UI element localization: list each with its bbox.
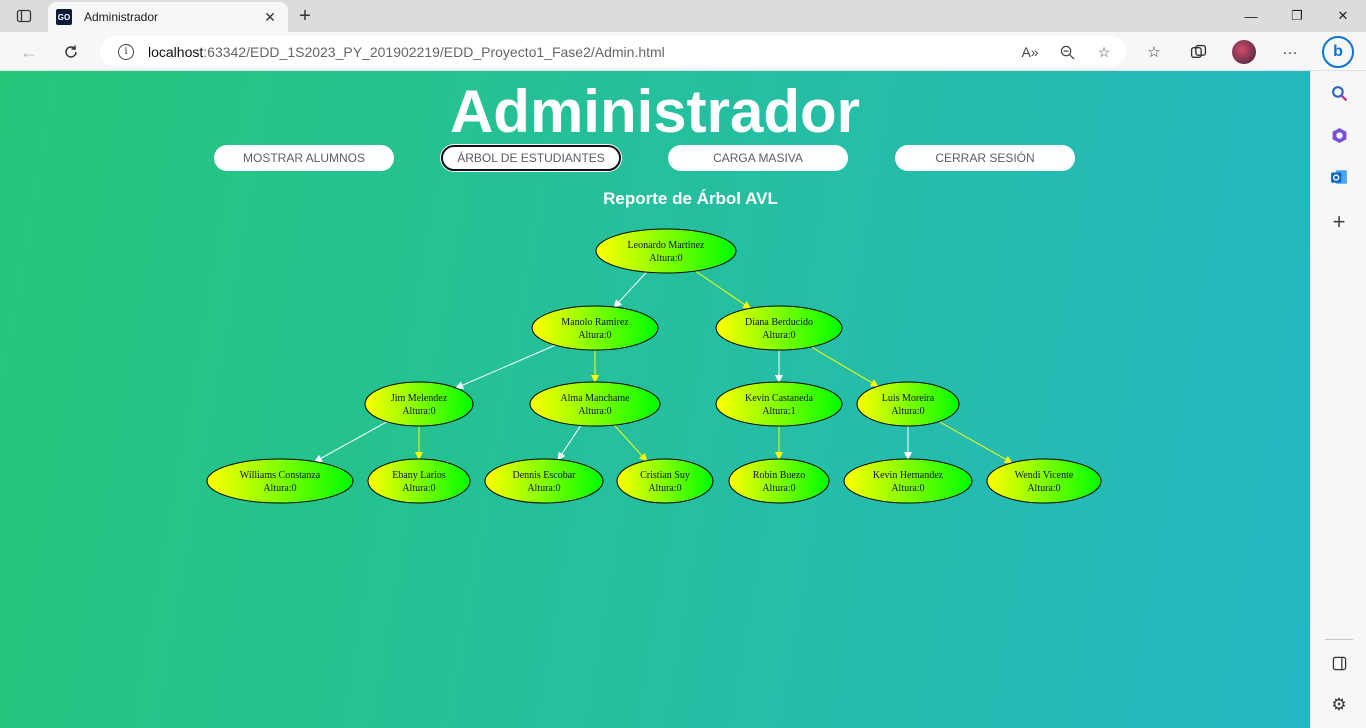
tree-node-height: Altura:0 bbox=[648, 483, 681, 494]
tree-node-height: Altura:0 bbox=[263, 483, 296, 494]
favicon-icon: GO bbox=[56, 9, 72, 25]
tree-node-name: Manolo Ramirez bbox=[561, 317, 629, 328]
tree-node: Luis Moreira Altura:0 bbox=[856, 381, 960, 427]
tree-node: Dennis Escobar Altura:0 bbox=[484, 458, 604, 504]
profile-avatar[interactable] bbox=[1232, 40, 1256, 64]
tree-edge-n5-n10 bbox=[557, 425, 582, 461]
browser-toolbar: ← i localhost:63342/EDD_1S2023_PY_201902… bbox=[0, 32, 1366, 71]
outlook-icon[interactable] bbox=[1325, 163, 1353, 191]
read-aloud-icon[interactable]: A» bbox=[1018, 40, 1042, 64]
tab-actions-icon[interactable] bbox=[8, 4, 40, 28]
info-icon[interactable]: i bbox=[118, 43, 134, 60]
tab-strip: GO Administrador ✕ + — ❐ ✕ bbox=[0, 0, 1366, 32]
tree-node-height: Altura:0 bbox=[578, 406, 611, 417]
tree-node-shape bbox=[367, 458, 471, 504]
tree-node-shape bbox=[616, 458, 714, 504]
tree-node: Wendi Vicente Altura:0 bbox=[986, 458, 1102, 504]
tree-node: Kevin Castaneda Altura:1 bbox=[715, 381, 843, 427]
tree-edge-n4-n8 bbox=[314, 421, 388, 463]
back-arrow-icon[interactable]: ← bbox=[14, 37, 44, 67]
more-options-icon[interactable]: ··· bbox=[1278, 40, 1302, 64]
tree-edge-n1-n2 bbox=[613, 271, 647, 308]
settings-gear-icon[interactable]: ⚙ bbox=[1325, 691, 1353, 719]
tree-node-height: Altura:1 bbox=[762, 406, 795, 417]
tree-node-height: Altura:0 bbox=[527, 483, 560, 494]
tree-node: Ebany Larios Altura:0 bbox=[367, 458, 471, 504]
tree-node-shape bbox=[529, 381, 661, 427]
add-favorite-icon[interactable]: ☆ bbox=[1092, 40, 1116, 64]
tree-node-shape bbox=[531, 305, 659, 351]
tree-node-height: Altura:0 bbox=[402, 406, 435, 417]
tree-edge-n3-n7 bbox=[810, 346, 879, 387]
tree-node-name: Dennis Escobar bbox=[512, 470, 576, 481]
tree-node-height: Altura:0 bbox=[402, 483, 435, 494]
tree-node-height: Altura:0 bbox=[891, 483, 924, 494]
tree-node-shape bbox=[728, 458, 830, 504]
tree-node-shape bbox=[986, 458, 1102, 504]
tab-title: Administrador bbox=[84, 10, 159, 24]
tree-node-height: Altura:0 bbox=[762, 330, 795, 341]
tree-node: Manolo Ramirez Altura:0 bbox=[531, 305, 659, 351]
tree-node-height: Altura:0 bbox=[1027, 483, 1060, 494]
close-tab-icon[interactable]: ✕ bbox=[260, 7, 280, 27]
tree-node-shape bbox=[206, 458, 354, 504]
tree-node-name: Alma Manchame bbox=[560, 393, 630, 404]
tree-node-name: Robin Buezo bbox=[753, 470, 806, 481]
tree-node: Alma Manchame Altura:0 bbox=[529, 381, 661, 427]
tree-node: Diana Berducido Altura:0 bbox=[715, 305, 843, 351]
close-window-button[interactable]: ✕ bbox=[1320, 0, 1366, 32]
tree-node-shape bbox=[843, 458, 973, 504]
favorites-icon[interactable]: ☆ bbox=[1142, 40, 1166, 64]
tree-node-height: Altura:0 bbox=[578, 330, 611, 341]
page-viewport: Administrador MOSTRAR ALUMNOS ÁRBOL DE E… bbox=[0, 71, 1310, 728]
tree-node-name: Leonardo Martinez bbox=[628, 240, 705, 251]
tree-node: Kevin Hernandez Altura:0 bbox=[843, 458, 973, 504]
tree-node-shape bbox=[595, 228, 737, 274]
url-text[interactable]: localhost:63342/EDD_1S2023_PY_201902219/… bbox=[148, 44, 665, 60]
tree-edge-n2-n4 bbox=[455, 344, 556, 389]
add-sidebar-app-icon[interactable]: + bbox=[1325, 208, 1353, 236]
new-tab-button[interactable]: + bbox=[292, 4, 318, 28]
tree-node-name: Cristian Suy bbox=[640, 470, 690, 481]
tree-node: Williams Constanza Altura:0 bbox=[206, 458, 354, 504]
tree-edge-n7-n14 bbox=[938, 421, 1013, 464]
tree-node-shape bbox=[715, 305, 843, 351]
tree-edge-n5-n11 bbox=[613, 424, 648, 462]
microsoft-365-icon[interactable] bbox=[1325, 121, 1353, 149]
hide-sidebar-icon[interactable] bbox=[1325, 649, 1353, 677]
tree-node-name: Luis Moreira bbox=[882, 393, 935, 404]
tree-node: Cristian Suy Altura:0 bbox=[616, 458, 714, 504]
restore-button[interactable]: ❐ bbox=[1274, 0, 1320, 32]
tree-node-name: Ebany Larios bbox=[392, 470, 446, 481]
tree-node: Jim Melendez Altura:0 bbox=[364, 381, 474, 427]
tree-node-shape bbox=[364, 381, 474, 427]
bing-copilot-icon[interactable]: b bbox=[1322, 36, 1354, 68]
collections-icon[interactable] bbox=[1186, 40, 1210, 64]
tree-node-height: Altura:0 bbox=[649, 253, 682, 264]
tree-node: Robin Buezo Altura:0 bbox=[728, 458, 830, 504]
tree-node-shape bbox=[856, 381, 960, 427]
minimize-button[interactable]: — bbox=[1228, 0, 1274, 32]
tree-node-height: Altura:0 bbox=[891, 406, 924, 417]
tree-node-shape bbox=[715, 381, 843, 427]
tree-node-shape bbox=[484, 458, 604, 504]
address-bar[interactable]: i localhost:63342/EDD_1S2023_PY_20190221… bbox=[100, 36, 1126, 67]
tree-node-name: Wendi Vicente bbox=[1015, 470, 1074, 481]
avl-tree-graph: Leonardo Martinez Altura:0 Manolo Ramirez A… bbox=[206, 228, 1102, 504]
sidebar-divider bbox=[1325, 639, 1353, 640]
tree-node-height: Altura:0 bbox=[762, 483, 795, 494]
tree-node-name: Williams Constanza bbox=[240, 470, 321, 481]
zoom-icon[interactable] bbox=[1055, 40, 1079, 64]
tree-node-name: Diana Berducido bbox=[745, 317, 813, 328]
refresh-icon[interactable] bbox=[56, 37, 86, 67]
browser-tab[interactable]: GO Administrador ✕ bbox=[48, 2, 288, 32]
search-icon[interactable] bbox=[1325, 79, 1353, 107]
tree-node-name: Kevin Castaneda bbox=[745, 393, 814, 404]
tree-node-name: Kevin Hernandez bbox=[873, 470, 944, 481]
tree-edge-n1-n3 bbox=[695, 270, 752, 309]
tree-node: Leonardo Martinez Altura:0 bbox=[595, 228, 737, 274]
edge-sidebar: + ⚙ bbox=[1310, 71, 1366, 728]
tree-node-name: Jim Melendez bbox=[391, 393, 448, 404]
